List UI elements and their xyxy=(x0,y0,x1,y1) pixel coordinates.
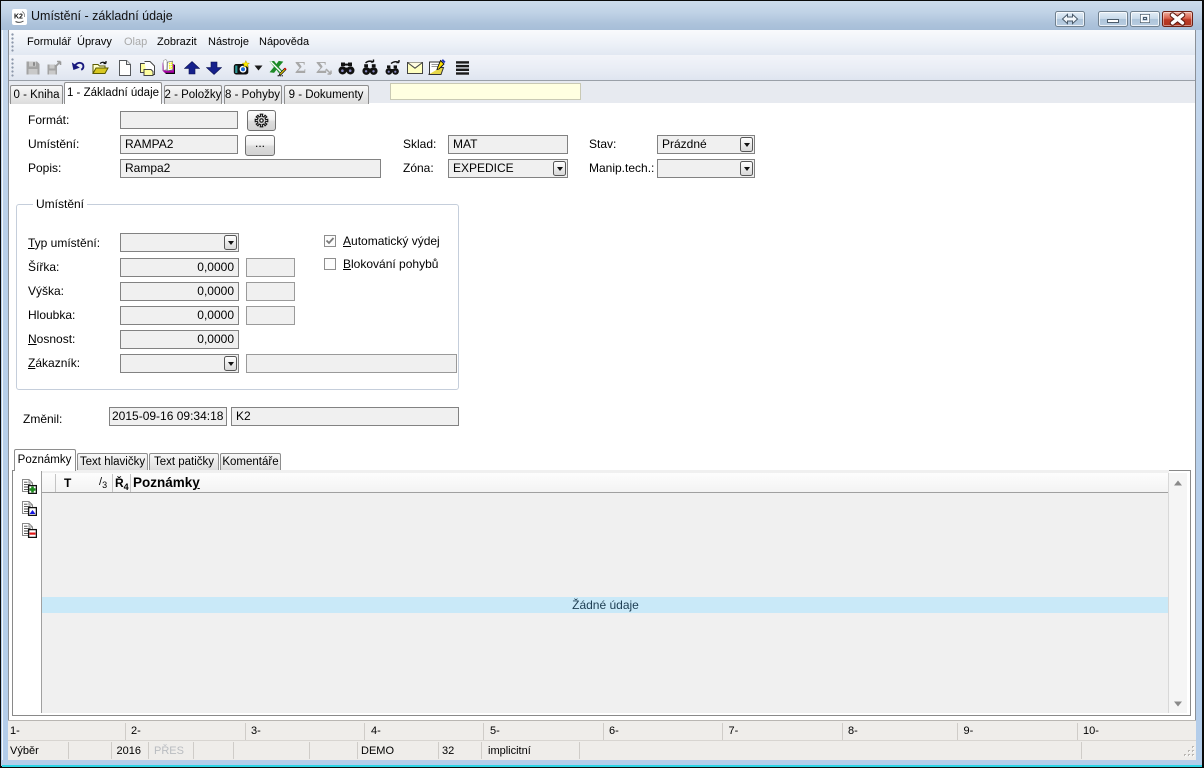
svg-text:K2: K2 xyxy=(14,14,23,21)
